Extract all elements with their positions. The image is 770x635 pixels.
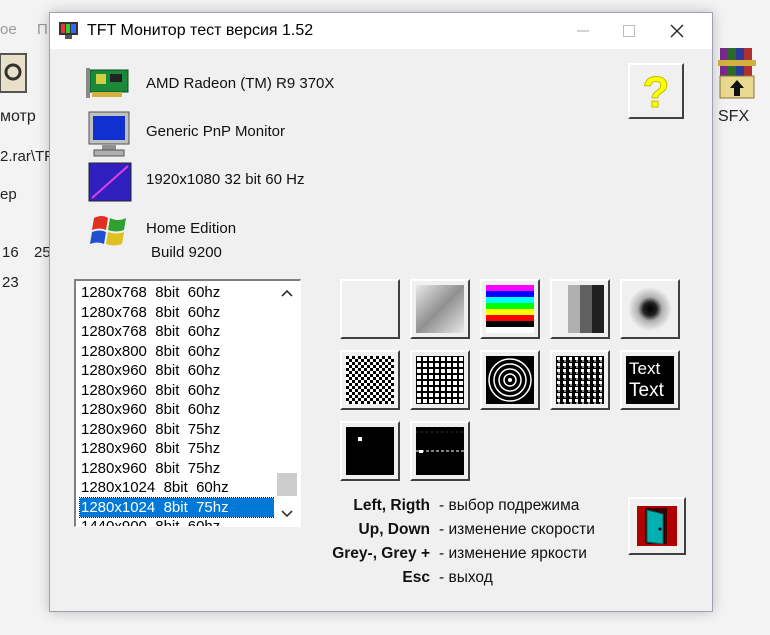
svg-text:?: ?: [643, 69, 670, 113]
list-item-selected[interactable]: 1280x1024 8bit 75hz: [79, 496, 276, 518]
list-item[interactable]: 1280x960 8bit 75hz: [80, 439, 275, 458]
test-gray-bars-button[interactable]: [550, 279, 610, 339]
exit-door-icon: [637, 506, 677, 546]
checkerboard-icon: [346, 356, 394, 404]
bg-toolbar-fragment-p: П: [37, 21, 48, 38]
concentric-circles-icon: [486, 356, 534, 404]
maximize-button[interactable]: [606, 13, 652, 49]
test-circles-button[interactable]: [480, 350, 540, 410]
help-description: - выбор подрежима: [439, 497, 580, 514]
mode-listbox[interactable]: 1280x768 8bit 60hz 1280x768 8bit 60hz 1280…: [74, 279, 301, 527]
minimize-button[interactable]: [560, 13, 606, 49]
help-key: Left, Rigth: [353, 497, 430, 514]
question-mark-icon: ?: [642, 69, 670, 113]
sfx-icon[interactable]: [716, 46, 760, 100]
list-item[interactable]: 1280x960 8bit 75hz: [80, 420, 275, 439]
scroll-thumb[interactable]: [277, 473, 297, 496]
diagonal-gradient-icon: [416, 285, 464, 333]
test-gradient-button[interactable]: [410, 279, 470, 339]
text-sample-icon: Text Text: [626, 356, 674, 404]
dots-grid-icon: [556, 356, 604, 404]
help-key: Up, Down: [358, 521, 430, 538]
dead-pixel-icon: [346, 427, 394, 475]
close-button[interactable]: [654, 13, 700, 49]
list-item[interactable]: 1280x960 8bit 60hz: [80, 361, 275, 380]
list-scrollbar[interactable]: [274, 281, 300, 526]
exit-button[interactable]: [628, 497, 686, 555]
list-item[interactable]: 1280x768 8bit 60hz: [80, 283, 275, 302]
list-item[interactable]: 1280x768 8bit 60hz: [80, 303, 275, 322]
test-moving-line-button[interactable]: [410, 421, 470, 481]
sfx-label[interactable]: SFX: [718, 108, 749, 126]
bg-column-fragment: ер: [0, 186, 17, 203]
color-bars-icon: [486, 285, 534, 333]
monitor-app-icon: [59, 22, 78, 39]
test-dead-pixel-button[interactable]: [340, 421, 400, 481]
test-dots-grid-button[interactable]: [550, 350, 610, 410]
test-text-button[interactable]: Text Text: [620, 350, 680, 410]
scroll-up-icon[interactable]: [278, 285, 296, 301]
graphics-card-icon: [86, 66, 134, 107]
list-item[interactable]: 1280x1024 8bit 60hz: [80, 478, 275, 497]
gray-bars-icon: [556, 285, 604, 333]
help-description: - выход: [439, 569, 493, 586]
test-grid-button[interactable]: [410, 350, 470, 410]
test-radial-button[interactable]: [620, 279, 680, 339]
help-description: - изменение скорости: [439, 521, 595, 538]
white-fill-icon: [346, 285, 394, 333]
bg-toolbar-fragment: ое: [0, 21, 17, 38]
help-description: - изменение яркости: [439, 545, 587, 562]
radial-gradient-icon: [626, 285, 674, 333]
list-item[interactable]: 1280x800 8bit 60hz: [80, 342, 275, 361]
bg-row-fragment: 23: [2, 274, 19, 291]
monitor-icon: [88, 111, 130, 164]
test-white-button[interactable]: [340, 279, 400, 339]
os-build: Build 9200: [151, 244, 222, 261]
help-key: Grey-, Grey +: [332, 545, 430, 562]
help-button[interactable]: ?: [628, 63, 684, 119]
windows-logo-icon: [88, 212, 132, 257]
gpu-name: AMD Radeon (TM) R9 370X: [146, 75, 335, 92]
display-mode-icon: [88, 162, 132, 209]
monitor-name: Generic PnP Monitor: [146, 123, 285, 140]
current-mode: 1920x1080 32 bit 60 Hz: [146, 171, 305, 188]
text-sample-line: Text: [629, 359, 661, 378]
list-item[interactable]: 1280x960 8bit 75hz: [80, 459, 275, 478]
close-icon: [670, 24, 684, 38]
os-edition: Home Edition: [146, 220, 237, 237]
bg-path-fragment: 2.rar\TF: [0, 148, 54, 165]
list-item[interactable]: 1280x960 8bit 60hz: [80, 381, 275, 400]
bg-view-icon: [0, 50, 32, 96]
test-color-bars-button[interactable]: [480, 279, 540, 339]
text-sample-line: Text: [629, 380, 664, 401]
scroll-down-icon[interactable]: [278, 506, 296, 522]
list-item[interactable]: 1440x900 8bit 60hz: [80, 517, 275, 526]
test-checkerboard-button[interactable]: [340, 350, 400, 410]
minimize-icon: [577, 30, 589, 32]
bg-row-fragment: 16: [2, 244, 19, 261]
help-key: Esc: [402, 569, 430, 586]
maximize-icon: [623, 25, 635, 37]
moving-line-icon: [416, 427, 464, 475]
title-bar[interactable]: TFT Монитор тест версия 1.52: [50, 13, 712, 49]
window-title: TFT Монитор тест версия 1.52: [87, 22, 314, 39]
list-item[interactable]: 1280x960 8bit 60hz: [80, 400, 275, 419]
bg-view-button-label[interactable]: мотр: [0, 108, 36, 126]
list-item[interactable]: 1280x768 8bit 60hz: [80, 322, 275, 341]
grid-icon: [416, 356, 464, 404]
tft-monitor-window: TFT Монитор тест версия 1.52 AMD Radeon …: [49, 12, 713, 612]
